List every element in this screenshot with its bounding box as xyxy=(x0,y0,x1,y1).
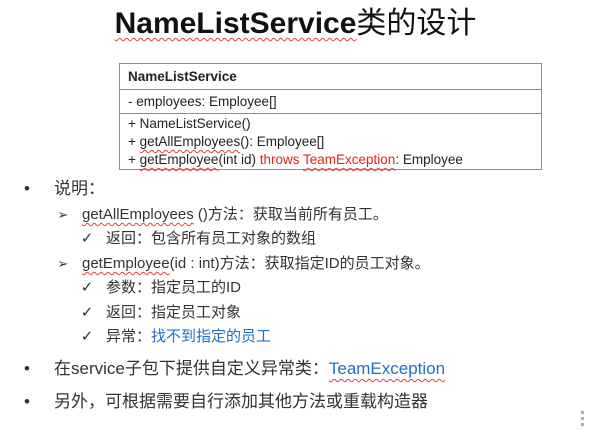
exception-description: 找不到指定的员工 xyxy=(151,328,272,345)
arrow-bullet-icon: ➢ xyxy=(57,207,69,222)
uml-op-getall-name: getAllEmployees xyxy=(139,134,241,149)
uml-class-name: NameListService xyxy=(120,64,541,90)
detail-getall-return-text: 返回：包含所有员工对象的数组 xyxy=(106,230,317,247)
bullet-explain-label: 说明： xyxy=(54,179,105,198)
method-getall-name: getAllEmployees xyxy=(82,206,194,223)
uml-op-getemployee-suffix: : Employee xyxy=(395,152,463,167)
service-prefix: 在service子包下提供自定义异常类： xyxy=(54,359,329,378)
check-icon: ✓ xyxy=(80,279,94,296)
exception-label: 异常： xyxy=(106,328,152,345)
uml-op-getemployee-params: (int id) xyxy=(218,152,260,167)
uml-op-prefix: + xyxy=(128,134,140,149)
check-icon: ✓ xyxy=(80,230,94,247)
sub-item-getall-text: getAllEmployees ()方法：获取当前所有员工。 xyxy=(82,205,388,225)
corner-dots-decoration xyxy=(581,411,587,429)
uml-operations: + NameListService() + getAllEmployees():… xyxy=(120,114,541,169)
check-icon: ✓ xyxy=(80,328,94,345)
uml-op-prefix: + xyxy=(128,152,140,167)
method-getemployee-desc: (id : int)方法：获取指定ID的员工对象。 xyxy=(169,255,430,272)
bullet-service-text: 在service子包下提供自定义异常类：TeamException xyxy=(54,358,445,380)
uml-op-getall-suffix: (): Employee[] xyxy=(240,134,325,149)
service-exception-name: TeamException xyxy=(328,359,446,378)
uml-op-exception-name: TeamException xyxy=(303,152,396,167)
bullet-dot-icon: • xyxy=(24,359,30,378)
arrow-bullet-icon: ➢ xyxy=(57,256,69,271)
uml-attribute: - employees: Employee[] xyxy=(120,90,541,114)
method-getall-desc: ()方法：获取当前所有员工。 xyxy=(193,206,388,223)
uml-op-constructor: + NameListService() xyxy=(128,116,251,131)
uml-op-throws-keyword: throws xyxy=(259,152,303,167)
uml-class-diagram: NameListService - employees: Employee[] … xyxy=(119,63,542,170)
title-suffix: 类的设计 xyxy=(356,7,477,40)
sub-item-getemployee-text: getEmployee(id : int)方法：获取指定ID的员工对象。 xyxy=(82,254,430,274)
uml-op-getemployee-name: getEmployee xyxy=(139,152,219,167)
uml-op-getall: + getAllEmployees(): Employee[] xyxy=(128,133,533,151)
method-getemployee-name: getEmployee xyxy=(82,255,170,272)
bullet-dot-icon: • xyxy=(24,179,30,198)
uml-op-getemployee: + getEmployee(int id) throws TeamExcepti… xyxy=(128,151,533,169)
page-title: NameListService类的设计 xyxy=(0,4,591,44)
detail-getemployee-param-text: 参数：指定员工的ID xyxy=(106,279,242,296)
title-class-name: NameListService xyxy=(114,7,357,40)
detail-getemployee-return-text: 返回：指定员工对象 xyxy=(106,304,242,321)
bullet-dot-icon: • xyxy=(24,392,30,411)
bullet-extra-text: 另外，可根据需要自行添加其他方法或重载构造器 xyxy=(54,392,428,411)
detail-getemployee-exception-text: 异常：找不到指定的员工 xyxy=(106,327,271,347)
check-icon: ✓ xyxy=(80,304,94,321)
